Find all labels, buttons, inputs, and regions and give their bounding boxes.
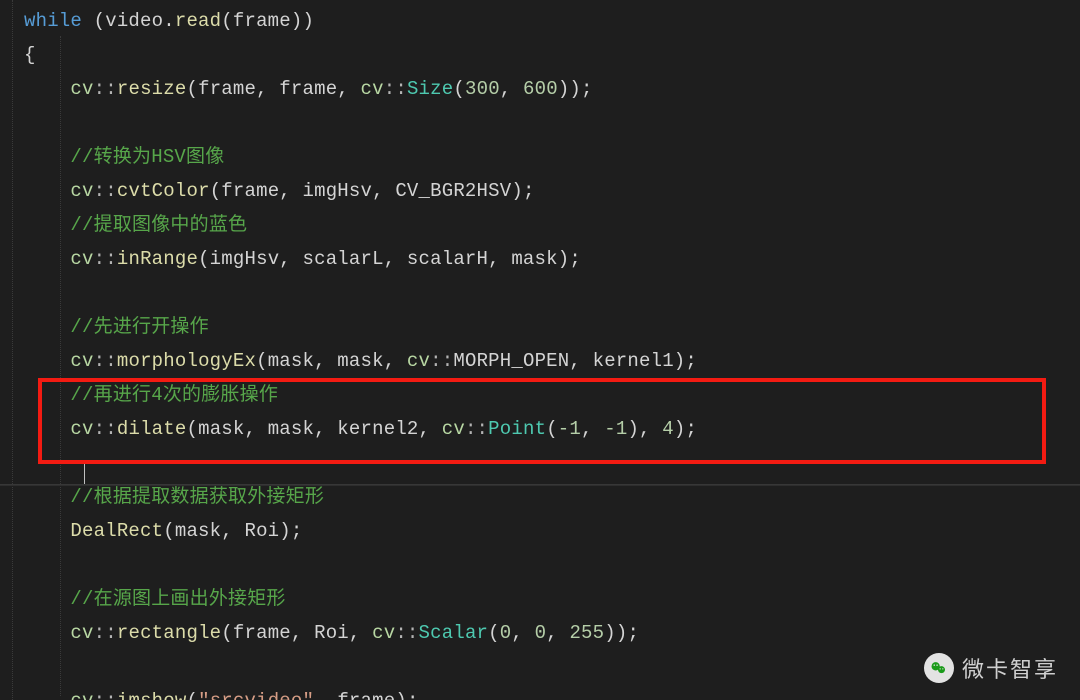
text-cursor [84,460,85,484]
comment: //再进行4次的膨胀操作 [70,384,278,406]
comment: //先进行开操作 [70,316,208,338]
comment: //在源图上画出外接矩形 [70,588,285,610]
comment: //根据提取数据获取外接矩形 [70,486,324,508]
code-block[interactable]: while (video.read(frame)) { cv::resize(f… [0,0,697,700]
watermark-label: 微卡智享 [962,652,1058,684]
keyword-while: while [24,10,82,32]
code-editor[interactable]: while (video.read(frame)) { cv::resize(f… [0,0,1080,700]
comment: //转换为HSV图像 [70,146,224,168]
comment: //提取图像中的蓝色 [70,214,247,236]
watermark: 微卡智享 [924,652,1058,684]
wechat-icon [924,653,954,683]
